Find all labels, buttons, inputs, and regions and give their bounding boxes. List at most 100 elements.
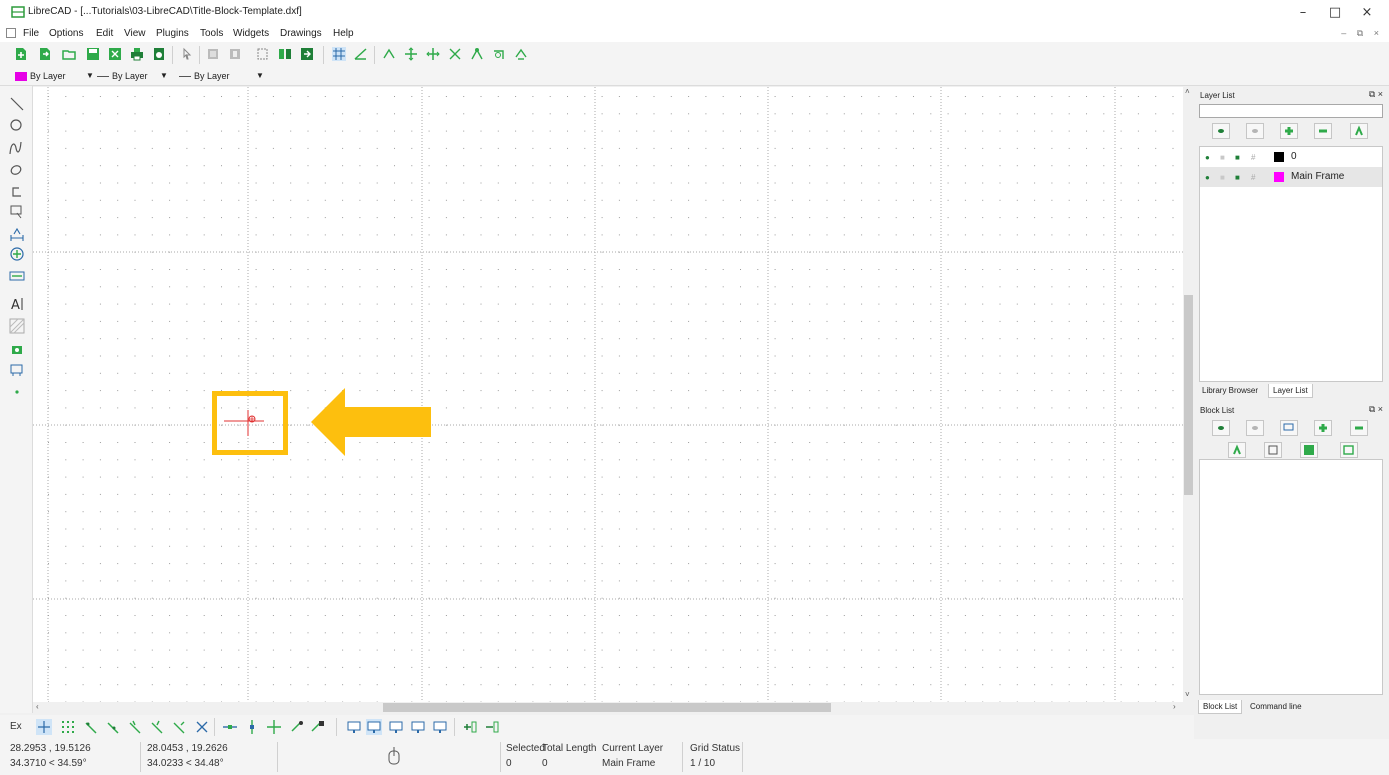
drawing-canvas[interactable] <box>33 87 1183 702</box>
document-icon[interactable] <box>6 28 16 38</box>
menu-options[interactable]: Options <box>49 28 83 39</box>
lock-icon[interactable]: ■ <box>1220 173 1225 182</box>
scroll-up-icon[interactable]: ˄ <box>1185 87 1190 96</box>
save-block-button[interactable] <box>1300 442 1318 458</box>
layer-filter-input[interactable] <box>1199 104 1383 118</box>
maximize-button[interactable]: □ <box>1320 2 1350 24</box>
restrict-horizontal-icon[interactable] <box>222 719 238 735</box>
add-layer-button[interactable] <box>1280 123 1298 139</box>
exclusive-snap-toggle[interactable]: Ex <box>10 721 22 732</box>
scroll-down-icon[interactable]: ˅ <box>1185 690 1190 699</box>
menu-file[interactable]: File <box>23 28 39 39</box>
point-tool-icon[interactable] <box>9 384 25 400</box>
save-icon[interactable] <box>86 47 100 61</box>
minimize-button[interactable]: – <box>1288 2 1318 24</box>
view-4-icon[interactable] <box>410 719 426 735</box>
zoom-auto-icon[interactable] <box>448 47 462 61</box>
show-all-layers-button[interactable] <box>1212 123 1230 139</box>
select-pointer-icon[interactable] <box>180 47 194 61</box>
circle-tool-icon[interactable] <box>9 118 25 134</box>
edit-block-button[interactable] <box>1228 442 1246 458</box>
cut-icon[interactable] <box>256 47 270 61</box>
line-width-combo[interactable]: By Layer ▼ <box>94 70 176 84</box>
zoom-in-icon[interactable] <box>404 47 418 61</box>
snap-endpoint-icon[interactable] <box>84 719 100 735</box>
add-view-icon[interactable] <box>462 719 478 735</box>
dock-float-close-icon[interactable]: ⧉ × <box>1369 89 1383 100</box>
snap-middle-icon[interactable] <box>150 719 166 735</box>
add-block-button[interactable] <box>1314 420 1332 436</box>
create-block-button[interactable] <box>1280 420 1298 436</box>
lock-relative-zero-icon[interactable] <box>310 719 326 735</box>
new-file-icon[interactable] <box>14 47 28 61</box>
mdi-window-controls[interactable]: – ⧉ × <box>1341 28 1383 39</box>
block-tool-icon[interactable] <box>9 362 25 378</box>
snap-free-icon[interactable] <box>36 719 52 735</box>
view-5-icon[interactable] <box>432 719 448 735</box>
zoom-window-icon[interactable] <box>492 47 506 61</box>
view-3-icon[interactable] <box>388 719 404 735</box>
scroll-right-icon[interactable]: › <box>1173 702 1176 711</box>
vertical-scroll-thumb[interactable] <box>1184 295 1193 495</box>
paste-icon[interactable] <box>228 47 242 61</box>
set-relative-zero-icon[interactable] <box>290 719 306 735</box>
menu-help[interactable]: Help <box>333 28 354 39</box>
zoom-pan-icon[interactable] <box>514 47 528 61</box>
draft-mode-icon[interactable] <box>354 47 368 61</box>
menu-drawings[interactable]: Drawings <box>280 28 322 39</box>
snap-distance-icon[interactable] <box>172 719 188 735</box>
menu-plugins[interactable]: Plugins <box>156 28 189 39</box>
color-combo[interactable]: By Layer ▼ <box>12 70 104 84</box>
menu-view[interactable]: View <box>124 28 146 39</box>
save-as-icon[interactable] <box>108 47 122 61</box>
remove-view-icon[interactable] <box>484 719 500 735</box>
vertical-scrollbar[interactable]: ˄ ˅ <box>1183 87 1194 702</box>
dimension-tool-icon[interactable] <box>9 226 25 242</box>
menu-tools[interactable]: Tools <box>200 28 223 39</box>
grid-icon[interactable] <box>332 47 346 61</box>
horizontal-scrollbar[interactable]: ‹ › <box>33 702 1183 713</box>
view-2-icon[interactable] <box>366 719 382 735</box>
construction-icon[interactable]: # <box>1251 173 1255 182</box>
restrict-vertical-icon[interactable] <box>244 719 260 735</box>
snap-center-icon[interactable] <box>128 719 144 735</box>
lock-icon[interactable]: ■ <box>1220 153 1225 162</box>
remove-layer-button[interactable] <box>1314 123 1332 139</box>
tab-layer-list[interactable]: Layer List <box>1268 384 1313 398</box>
open-file-icon[interactable] <box>62 47 76 61</box>
layer-row[interactable]: ● ■ ■ # Main Frame <box>1200 167 1382 187</box>
new-from-template-icon[interactable] <box>38 47 52 61</box>
tab-library-browser[interactable]: Library Browser <box>1198 384 1262 398</box>
zoom-out-icon[interactable] <box>426 47 440 61</box>
measure-tool-icon[interactable] <box>9 268 25 284</box>
image-tool-icon[interactable] <box>9 342 25 358</box>
print-icon[interactable] <box>130 47 144 61</box>
hatch-tool-icon[interactable] <box>9 318 25 334</box>
zoom-previous-icon[interactable] <box>470 47 484 61</box>
text-tool-icon[interactable]: A <box>9 296 25 312</box>
modify-tool-icon[interactable] <box>9 246 25 262</box>
visibility-eye-icon[interactable]: ● <box>1205 153 1210 162</box>
print-icon[interactable]: ■ <box>1235 153 1240 162</box>
redraw-icon[interactable] <box>382 47 396 61</box>
select-tool-icon[interactable] <box>9 204 25 220</box>
edit-block-attributes-button[interactable] <box>1264 442 1282 458</box>
hide-all-layers-button[interactable] <box>1246 123 1264 139</box>
view-1-icon[interactable] <box>346 719 362 735</box>
print-preview-icon[interactable] <box>152 47 166 61</box>
insert-block-button[interactable] <box>1340 442 1358 458</box>
polyline-tool-icon[interactable] <box>9 184 25 200</box>
layer-row[interactable]: ● ■ ■ # 0 <box>1200 147 1382 167</box>
hide-all-blocks-button[interactable] <box>1246 420 1264 436</box>
ellipse-tool-icon[interactable] <box>9 162 25 178</box>
construction-icon[interactable]: # <box>1251 153 1255 162</box>
tab-command-line[interactable]: Command line <box>1246 700 1306 714</box>
snap-on-entity-icon[interactable] <box>106 719 122 735</box>
horizontal-scroll-thumb[interactable] <box>383 703 831 712</box>
menu-widgets[interactable]: Widgets <box>233 28 269 39</box>
print-icon[interactable]: ■ <box>1235 173 1240 182</box>
edit-layer-button[interactable] <box>1350 123 1368 139</box>
line-type-combo[interactable]: By Layer ▼ <box>176 70 268 84</box>
snap-grid-icon[interactable] <box>60 719 76 735</box>
visibility-eye-icon[interactable]: ● <box>1205 173 1210 182</box>
